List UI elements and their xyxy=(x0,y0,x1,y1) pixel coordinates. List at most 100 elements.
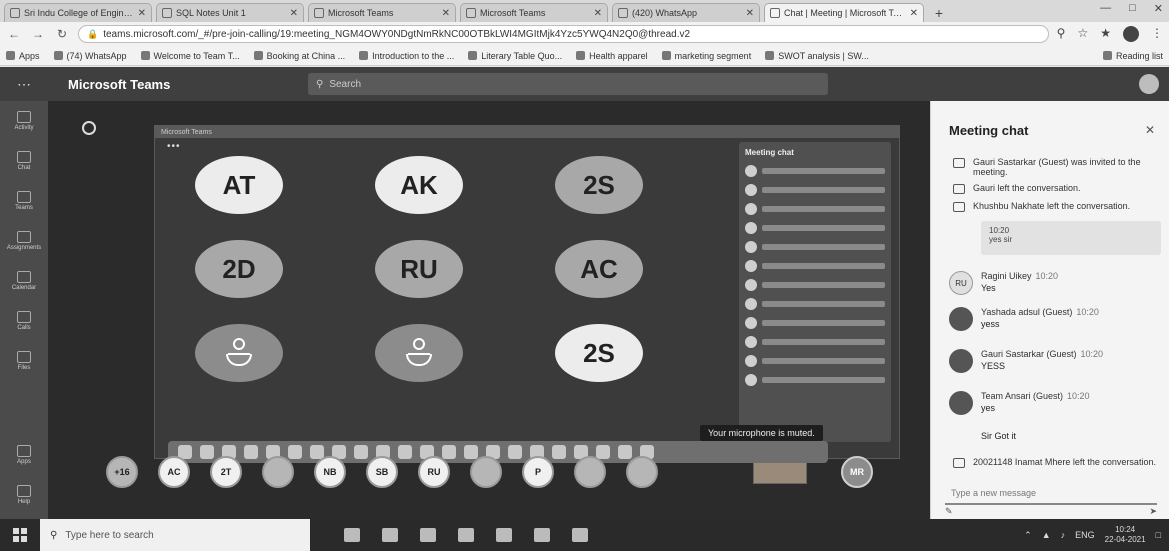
rail-item-calendar[interactable]: Calendar xyxy=(0,261,48,301)
star-icon[interactable]: ☆ xyxy=(1077,26,1088,42)
store-icon[interactable] xyxy=(420,528,436,542)
teams-icon[interactable] xyxy=(534,528,550,542)
rail-item-activity[interactable]: Activity xyxy=(0,101,48,141)
person-leave-icon xyxy=(953,458,965,468)
notifications-icon[interactable]: □ xyxy=(1156,530,1161,540)
tab-close-icon[interactable]: ✕ xyxy=(138,8,146,19)
profile-avatar[interactable] xyxy=(1123,26,1139,42)
participant-avatar[interactable]: RU xyxy=(418,456,450,488)
search-placeholder: Search xyxy=(329,78,362,90)
chat-message: RU Ragini Uikey 10:20 Yes xyxy=(949,271,1164,295)
compose-box[interactable]: Type a new message xyxy=(945,483,1157,505)
tab-close-icon[interactable]: ✕ xyxy=(290,8,298,19)
bookmark-item[interactable]: Introduction to the ... xyxy=(359,51,454,61)
bookmark-item[interactable]: Booking at China ... xyxy=(253,51,345,61)
rail-item-teams[interactable]: Teams xyxy=(0,181,48,221)
participant-avatar[interactable] xyxy=(574,456,606,488)
apps-icon xyxy=(17,445,31,457)
browser-tab[interactable]: Microsoft Teams ✕ xyxy=(460,3,608,22)
explorer-icon[interactable] xyxy=(458,528,474,542)
maximize-icon[interactable]: □ xyxy=(1129,2,1136,15)
app-launcher-icon[interactable]: ⋯ xyxy=(0,76,48,93)
photos-icon[interactable] xyxy=(572,528,588,542)
reading-list[interactable]: Reading list xyxy=(1102,51,1163,61)
task-view-icon[interactable] xyxy=(344,528,360,542)
participant-tile[interactable]: AT xyxy=(195,156,283,214)
format-icon[interactable]: ✎ xyxy=(945,506,953,517)
rail-item-chat[interactable]: Chat xyxy=(0,141,48,181)
shared-chat-text xyxy=(762,206,885,212)
bookmark-item[interactable]: (74) WhatsApp xyxy=(53,51,127,61)
reload-icon[interactable]: ↻ xyxy=(54,27,70,41)
participant-tile[interactable]: AK xyxy=(375,156,463,214)
close-window-icon[interactable]: ✕ xyxy=(1154,2,1163,15)
taskbar-search[interactable]: ⚲ Type here to search xyxy=(40,519,310,551)
rail-item-assignments[interactable]: Assignments xyxy=(0,221,48,261)
browser-tab[interactable]: Sri Indu College of Engineering ✕ xyxy=(4,3,152,22)
close-chat-icon[interactable]: ✕ xyxy=(1145,123,1155,137)
shared-chat-row xyxy=(745,203,885,215)
bookmark-item[interactable]: Welcome to Team T... xyxy=(140,51,240,61)
rail-label: Files xyxy=(17,365,31,371)
teams-search[interactable]: ⚲ Search xyxy=(308,73,828,95)
rail-item-apps[interactable]: Apps xyxy=(0,435,48,475)
back-icon[interactable]: ← xyxy=(6,27,22,41)
bookmark-item[interactable]: Apps xyxy=(6,51,40,61)
tray-chevron-icon[interactable]: ⌃ xyxy=(1024,530,1032,541)
shared-chat-avatar xyxy=(745,203,757,215)
participant-avatar[interactable]: SB xyxy=(366,456,398,488)
rail-label: Activity xyxy=(14,125,34,131)
browser-tab[interactable]: (420) WhatsApp ✕ xyxy=(612,3,760,22)
browser-tab[interactable]: SQL Notes Unit 1 ✕ xyxy=(156,3,304,22)
tab-close-icon[interactable]: ✕ xyxy=(910,8,918,19)
extensions-icon[interactable]: ★ xyxy=(1100,26,1111,42)
participant-avatar[interactable]: NB xyxy=(314,456,346,488)
participant-avatar[interactable] xyxy=(626,456,658,488)
volume-icon[interactable]: ♪ xyxy=(1061,530,1066,540)
bookmark-item[interactable]: Health apparel xyxy=(576,51,648,61)
edge-icon[interactable] xyxy=(382,528,398,542)
participant-avatar[interactable]: AC xyxy=(158,456,190,488)
participant-tile[interactable]: 2S xyxy=(555,156,643,214)
tab-close-icon[interactable]: ✕ xyxy=(746,8,754,19)
send-icon[interactable]: ➤ xyxy=(1149,506,1157,517)
forward-icon[interactable]: → xyxy=(30,27,46,41)
bookmark-item[interactable]: Literary Table Quo... xyxy=(468,51,562,61)
participant-tile[interactable]: RU xyxy=(375,240,463,298)
tab-close-icon[interactable]: ✕ xyxy=(442,8,450,19)
participant-avatar[interactable]: 2T xyxy=(210,456,242,488)
chrome-icon[interactable] xyxy=(496,528,512,542)
participant-tile[interactable] xyxy=(195,324,283,382)
start-button[interactable] xyxy=(0,528,40,542)
rail-item-help[interactable]: Help xyxy=(0,475,48,515)
network-icon[interactable]: ▲ xyxy=(1042,530,1051,540)
participant-tile[interactable]: 2S xyxy=(555,324,643,382)
window-dots-icon: ••• xyxy=(167,141,181,152)
rail-item-files[interactable]: Files xyxy=(0,341,48,381)
participant-avatar[interactable]: P xyxy=(522,456,554,488)
participant-tile[interactable]: 2D xyxy=(195,240,283,298)
user-avatar[interactable] xyxy=(1139,74,1159,94)
rail-item-calls[interactable]: Calls xyxy=(0,301,48,341)
message-time: 10:20 xyxy=(1076,307,1099,317)
language-indicator[interactable]: ENG xyxy=(1075,530,1095,540)
bookmark-item[interactable]: marketing segment xyxy=(661,51,751,61)
participant-tile[interactable]: AC xyxy=(555,240,643,298)
url-field[interactable]: 🔒 teams.microsoft.com/_#/pre-join-callin… xyxy=(78,25,1049,43)
participant-avatar[interactable]: +16 xyxy=(106,456,138,488)
tab-close-icon[interactable]: ✕ xyxy=(594,8,602,19)
participant-avatar[interactable] xyxy=(470,456,502,488)
minimize-icon[interactable]: — xyxy=(1100,2,1111,15)
participant-tile[interactable] xyxy=(375,324,463,382)
menu-dots-icon[interactable]: ⋮ xyxy=(1151,26,1163,42)
self-message-text: yes sir xyxy=(989,235,1013,244)
self-avatar[interactable]: MR xyxy=(841,456,873,488)
browser-tab[interactable]: Chat | Meeting | Microsoft Teams ✕ xyxy=(764,3,924,22)
new-tab-button[interactable]: + xyxy=(930,4,948,22)
bookmark-item[interactable]: SWOT analysis | SW... xyxy=(765,51,869,61)
key-icon[interactable]: ⚲ xyxy=(1057,26,1066,42)
app-title: Microsoft Teams xyxy=(68,76,171,92)
clock[interactable]: 10:24 22-04-2021 xyxy=(1105,525,1146,545)
participant-avatar[interactable] xyxy=(262,456,294,488)
browser-tab[interactable]: Microsoft Teams ✕ xyxy=(308,3,456,22)
